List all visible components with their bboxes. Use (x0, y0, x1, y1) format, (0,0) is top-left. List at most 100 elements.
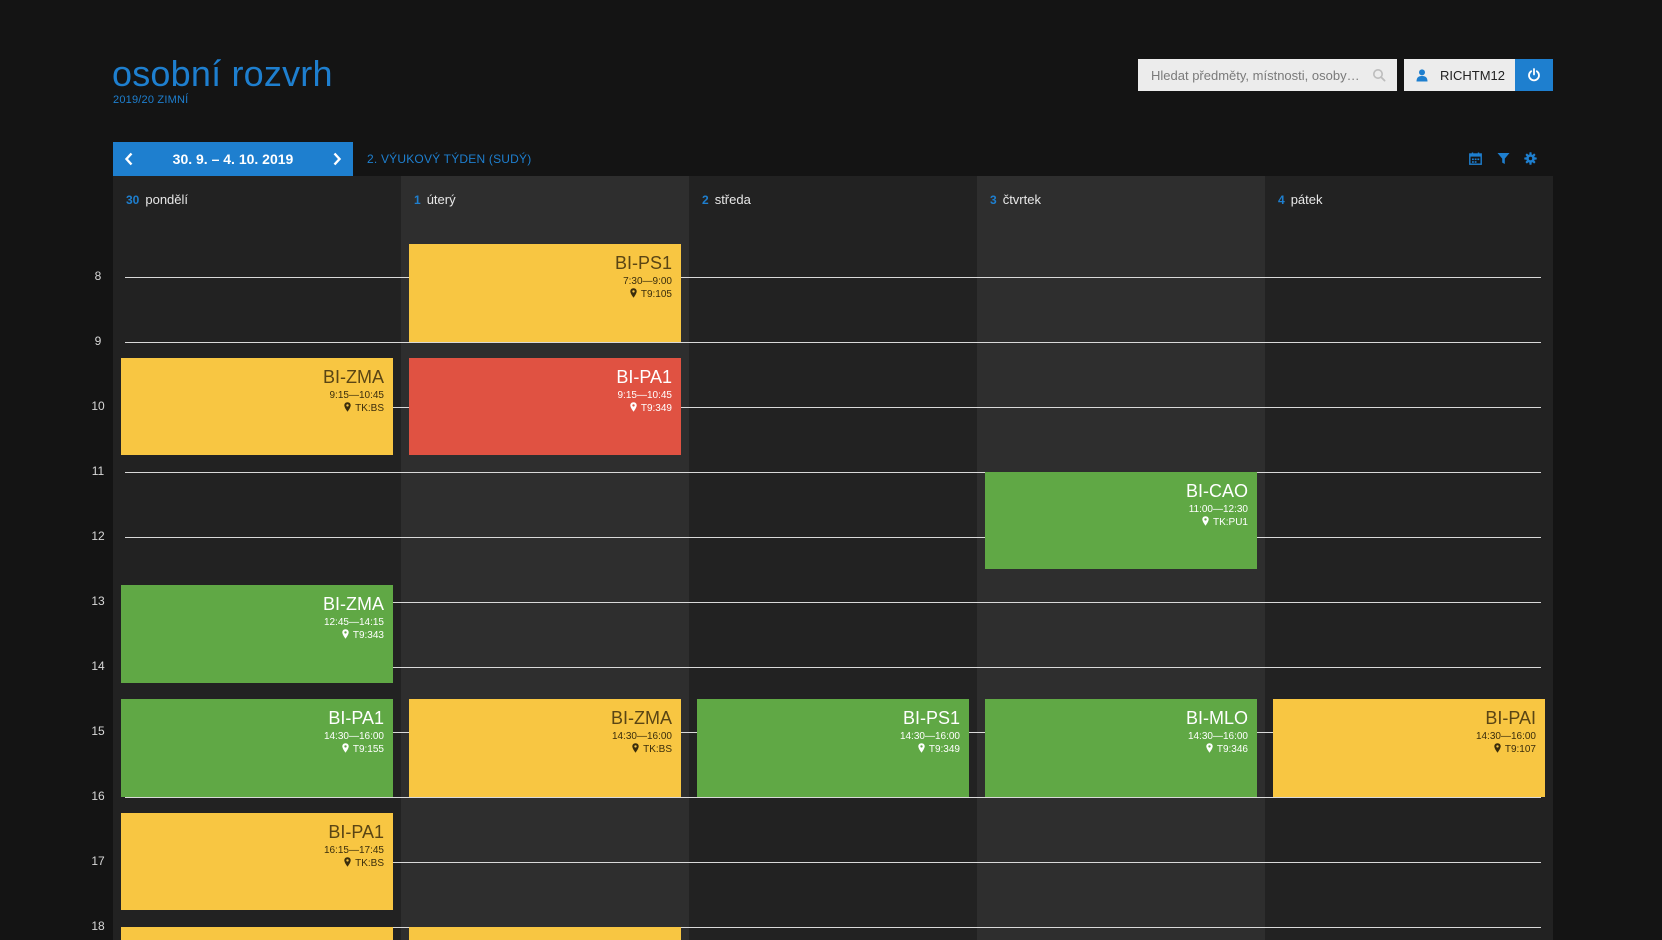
day-name: pátek (1290, 192, 1323, 207)
course-event[interactable] (121, 927, 393, 940)
course-event[interactable] (409, 927, 681, 940)
course-room: TK:BS (121, 857, 384, 870)
day-header: 3 čtvrtek (990, 192, 1041, 207)
chevron-left-icon (124, 152, 133, 166)
hour-gridline (125, 797, 1541, 798)
course-event[interactable]: BI-ZMA 14:30—16:00 TK:BS (409, 699, 681, 797)
course-code: BI-PA1 (328, 708, 384, 728)
gear-icon[interactable] (1524, 152, 1537, 165)
semester-label: 2019/20 ZIMNÍ (113, 94, 189, 106)
username-label: RICHTM12 (1440, 67, 1506, 83)
hour-label: 8 (94, 269, 102, 283)
power-icon (1528, 68, 1540, 82)
course-event[interactable]: BI-PA1 16:15—17:45 TK:BS (121, 813, 393, 910)
hour-gridline (125, 277, 1541, 278)
map-pin-icon (344, 402, 351, 412)
room-label: T9:105 (640, 289, 672, 300)
day-name: pondělí (145, 192, 189, 207)
previous-week-button[interactable] (113, 142, 145, 176)
room-label: T9:343 (352, 630, 384, 641)
course-event[interactable]: BI-ZMA 9:15—10:45 TK:BS (121, 358, 393, 455)
day-number: 30 (126, 193, 140, 207)
search-input[interactable] (1138, 59, 1364, 91)
hour-gridline (125, 537, 1541, 538)
course-event[interactable]: BI-PA1 9:15—10:45 T9:349 (409, 358, 681, 455)
hour-label: 14 (91, 659, 105, 673)
course-code: BI-ZMA (323, 367, 384, 387)
week-navigator: 30. 9. – 4. 10. 2019 (113, 142, 353, 176)
day-name: středa (714, 192, 751, 207)
day-number: 2 (702, 193, 709, 207)
course-room: T9:346 (985, 743, 1248, 756)
course-room: TK:BS (121, 402, 384, 415)
course-room: TK:PU1 (985, 516, 1248, 529)
course-time: 9:15—10:45 (617, 390, 673, 401)
course-time: 9:15—10:45 (329, 390, 385, 401)
logout-button[interactable] (1515, 59, 1553, 91)
course-event[interactable]: BI-PA1 14:30—16:00 T9:155 (121, 699, 393, 797)
course-event[interactable]: BI-CAO 11:00—12:30 TK:PU1 (985, 472, 1257, 569)
hour-label: 17 (91, 854, 105, 868)
hour-gridline (125, 472, 1541, 473)
course-room: T9:349 (409, 402, 672, 415)
day-header: 4 pátek (1278, 192, 1323, 207)
app: osobní rozvrh 2019/20 ZIMNÍ RICHTM12 30.… (0, 0, 1662, 940)
course-time: 14:30—16:00 (1475, 731, 1536, 742)
hour-label: 15 (91, 724, 105, 738)
user-button[interactable]: RICHTM12 (1404, 59, 1515, 91)
course-code: BI-MLO (1185, 708, 1248, 728)
course-room: T9:155 (121, 743, 384, 756)
course-room: TK:BS (409, 743, 672, 756)
search-box[interactable] (1138, 59, 1397, 91)
course-event[interactable]: BI-PS1 14:30—16:00 T9:349 (697, 699, 969, 797)
filter-icon[interactable] (1497, 152, 1510, 165)
day-number: 3 (990, 193, 997, 207)
room-label: TK:BS (355, 858, 384, 869)
room-label: T9:155 (352, 744, 384, 755)
hour-label: 11 (91, 464, 105, 478)
room-label: T9:107 (1504, 744, 1536, 755)
day-name: úterý (426, 192, 456, 207)
course-room: T9:107 (1273, 743, 1536, 756)
course-event[interactable]: BI-PAI 14:30—16:00 T9:107 (1273, 699, 1545, 797)
search-icon[interactable] (1372, 68, 1386, 82)
course-event[interactable]: BI-MLO 14:30—16:00 T9:346 (985, 699, 1257, 797)
course-code: BI-ZMA (323, 594, 384, 614)
course-event[interactable]: BI-ZMA 12:45—14:15 T9:343 (121, 585, 393, 683)
day-number: 1 (414, 193, 421, 207)
day-number: 4 (1278, 193, 1285, 207)
course-time: 7:30—9:00 (623, 276, 672, 287)
map-pin-icon (630, 288, 637, 298)
day-column-wednesday: 2 středa (689, 176, 977, 940)
calendar-icon[interactable] (1469, 152, 1482, 165)
map-pin-icon (632, 743, 639, 753)
hour-gridline (125, 342, 1541, 343)
course-code: BI-ZMA (611, 708, 672, 728)
hour-label: 10 (91, 399, 105, 413)
course-code: BI-CAO (1185, 481, 1248, 501)
course-time: 12:45—14:15 (323, 617, 384, 628)
map-pin-icon (1202, 516, 1209, 526)
day-header: 1 úterý (414, 192, 456, 207)
course-event[interactable]: BI-PS1 7:30—9:00 T9:105 (409, 244, 681, 342)
map-pin-icon (1494, 743, 1501, 753)
course-time: 11:00—12:30 (1188, 504, 1248, 515)
course-room: T9:343 (121, 629, 384, 642)
course-code: BI-PS1 (902, 708, 960, 728)
course-code: BI-PA1 (328, 822, 384, 842)
hour-label: 12 (91, 529, 105, 543)
course-room: T9:105 (409, 288, 672, 301)
hour-label: 9 (94, 334, 102, 348)
map-pin-icon (342, 629, 349, 639)
course-time: 16:15—17:45 (323, 845, 384, 856)
map-pin-icon (630, 402, 637, 412)
teaching-week-label: 2. VÝUKOVÝ TÝDEN (SUDÝ) (367, 152, 532, 166)
room-label: TK:PU1 (1212, 517, 1248, 528)
course-time: 14:30—16:00 (1187, 731, 1248, 742)
course-time: 14:30—16:00 (611, 731, 672, 742)
next-week-button[interactable] (321, 142, 353, 176)
hour-label: 16 (91, 789, 105, 803)
day-header: 30 pondělí (126, 192, 188, 207)
course-time: 14:30—16:00 (899, 731, 960, 742)
course-room: T9:349 (697, 743, 960, 756)
